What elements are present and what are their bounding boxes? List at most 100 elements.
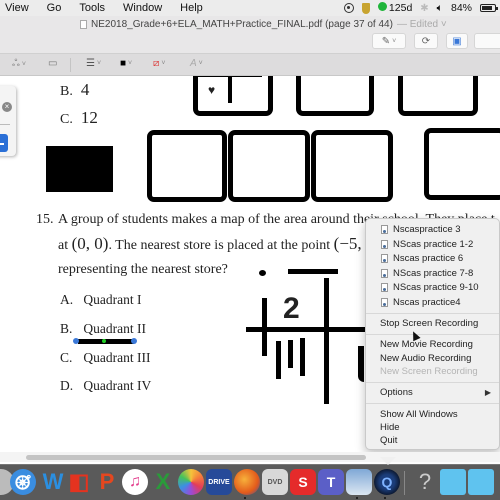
dock-divider: [404, 471, 405, 495]
dock-powerpoint-icon[interactable]: P: [94, 469, 120, 495]
menu-item-options[interactable]: Options: [380, 387, 490, 398]
menu-help[interactable]: Help: [171, 2, 212, 14]
dock-quicktime-icon[interactable]: Q: [374, 469, 400, 495]
border-color-button[interactable]: ■ ˅: [120, 58, 132, 69]
dock-photos-icon[interactable]: [178, 469, 204, 495]
menu-item-stop-screen-recording[interactable]: Stop Screen Recording: [380, 318, 478, 329]
close-icon[interactable]: ×: [2, 102, 12, 112]
dock-safari-icon[interactable]: 🧭︎: [10, 469, 36, 495]
resize-handle[interactable]: [131, 338, 137, 344]
drawn-tally[interactable]: [300, 338, 305, 376]
resize-handle[interactable]: [73, 338, 79, 344]
menu-item-new-audio-recording[interactable]: New Audio Recording: [380, 353, 471, 364]
menu-item-recent-file[interactable]: Nscas practice4: [381, 297, 461, 308]
submenu-arrow-icon: ▶: [484, 388, 491, 397]
option-c: C. Quadrant III: [60, 350, 151, 365]
search-field[interactable]: [474, 33, 500, 49]
shield-icon[interactable]: [361, 2, 370, 14]
shape-style-button[interactable]: ☰ ˅: [86, 58, 101, 69]
horizontal-scrollbar[interactable]: [0, 452, 500, 462]
menu-item-recent-file[interactable]: NScas practice 1-2: [381, 239, 473, 250]
menu-divider: [366, 334, 499, 335]
menu-item-recent-file[interactable]: NScas practice 7-8: [381, 268, 473, 279]
sign-button[interactable]: ஃ ˅: [12, 58, 26, 70]
screen-recording-icon[interactable]: [343, 3, 354, 13]
menu-item-quit[interactable]: Quit: [380, 435, 397, 446]
menu-divider: [366, 382, 499, 383]
drawn-dot[interactable]: [259, 270, 266, 276]
dock-preview-icon[interactable]: [346, 469, 372, 495]
dock: 🧭︎ W ◧ P ♫ X DRIVE DVD S T Q ?: [0, 457, 500, 500]
dock-applications-folder-icon[interactable]: [468, 469, 494, 495]
menu-item-hide[interactable]: Hide: [380, 422, 400, 433]
running-indicator: [244, 497, 246, 499]
underline-annotation[interactable]: [78, 339, 134, 344]
option-a: A. Quadrant I: [60, 292, 142, 307]
drawn-box[interactable]: [296, 76, 374, 116]
dock-help-icon[interactable]: ?: [412, 469, 438, 495]
drawn-line[interactable]: [288, 269, 338, 274]
file-icon: [381, 297, 388, 307]
drawn-y-axis[interactable]: [324, 278, 329, 404]
dock-firefox-icon[interactable]: [234, 469, 260, 495]
menu-go[interactable]: Go: [38, 2, 71, 14]
dock-dvd-player-icon[interactable]: DVD: [262, 469, 288, 495]
center-handle[interactable]: [102, 339, 106, 343]
menu-tools[interactable]: Tools: [70, 2, 114, 14]
window-title: NE2018_Grade+6+ELA_MATH+Practice_FINAL.p…: [80, 19, 447, 30]
menu-view[interactable]: View: [0, 2, 38, 14]
menu-item-recent-file[interactable]: Nscaspractice 3: [381, 224, 461, 235]
option-b: B. Quadrant II: [60, 321, 146, 336]
dock-word-icon[interactable]: W: [40, 469, 66, 495]
drawn-box[interactable]: [311, 130, 393, 202]
drawn-box[interactable]: [398, 76, 478, 116]
drawn-label-2[interactable]: 2: [283, 292, 300, 326]
dock-drive-icon[interactable]: DRIVE: [206, 469, 232, 495]
screen: View Go Tools Window Help 125d ✱ 🔈︎ 84% …: [0, 0, 500, 500]
dock-documents-folder-icon[interactable]: [440, 469, 466, 495]
drawn-box[interactable]: [147, 130, 227, 202]
rotate-button[interactable]: ⟳: [414, 33, 438, 49]
border-color-icon: ■: [120, 58, 127, 69]
text-style-button[interactable]: A ˅: [190, 58, 203, 69]
toolbox-icon: ▣: [452, 35, 462, 47]
bluetooth-icon[interactable]: ✱: [420, 3, 428, 14]
redaction-rectangle[interactable]: [46, 146, 113, 192]
drawn-box[interactable]: [424, 128, 500, 200]
divider: [0, 124, 10, 125]
dock-teams-icon[interactable]: T: [318, 469, 344, 495]
drawn-line[interactable]: [262, 298, 267, 356]
drawn-line: [198, 76, 262, 77]
edited-label[interactable]: — Edited ˅: [397, 19, 447, 30]
fill-color-button[interactable]: ⧄ ˅: [153, 58, 165, 69]
note-button[interactable]: ▭: [48, 58, 57, 69]
menu-item-show-all-windows[interactable]: Show All Windows: [380, 409, 458, 420]
dock-itunes-icon[interactable]: ♫: [122, 469, 148, 495]
status-time-remaining[interactable]: 125d: [377, 2, 412, 14]
collapse-button[interactable]: [0, 134, 8, 152]
volume-icon[interactable]: 🔈︎: [437, 2, 443, 15]
dock-excel-icon[interactable]: X: [150, 469, 176, 495]
menu-item-new-screen-recording: New Screen Recording: [380, 366, 478, 377]
dock-context-menu: Nscaspractice 3 NScas practice 1-2 Nscas…: [365, 218, 500, 450]
drawn-line[interactable]: [358, 346, 364, 382]
drawn-box[interactable]: ♥: [193, 76, 273, 116]
menu-item-recent-file[interactable]: NScas practice 9-10: [381, 282, 479, 293]
menu-window[interactable]: Window: [114, 2, 171, 14]
document-icon: [80, 20, 87, 29]
menu-item-new-movie-recording[interactable]: New Movie Recording: [380, 339, 473, 350]
file-icon: [381, 268, 388, 278]
scrollbar-thumb[interactable]: [26, 455, 366, 460]
battery-icon[interactable]: [480, 4, 498, 12]
text-style-icon: A: [190, 58, 197, 69]
markup-pen-button[interactable]: ✎ ˅: [372, 33, 406, 49]
dock-sketchup-icon[interactable]: S: [290, 469, 316, 495]
dock-office-icon[interactable]: ◧: [66, 469, 92, 495]
drawn-tally[interactable]: [288, 340, 293, 368]
drawn-tally[interactable]: [276, 341, 281, 379]
toolbox-button[interactable]: ▣: [446, 33, 468, 49]
drawn-box[interactable]: [228, 130, 310, 202]
menu-item-recent-file[interactable]: Nscas practice 6: [381, 253, 463, 264]
running-indicator: [356, 497, 358, 499]
menu-bar: View Go Tools Window Help 125d ✱ 🔈︎ 84%: [0, 0, 500, 16]
